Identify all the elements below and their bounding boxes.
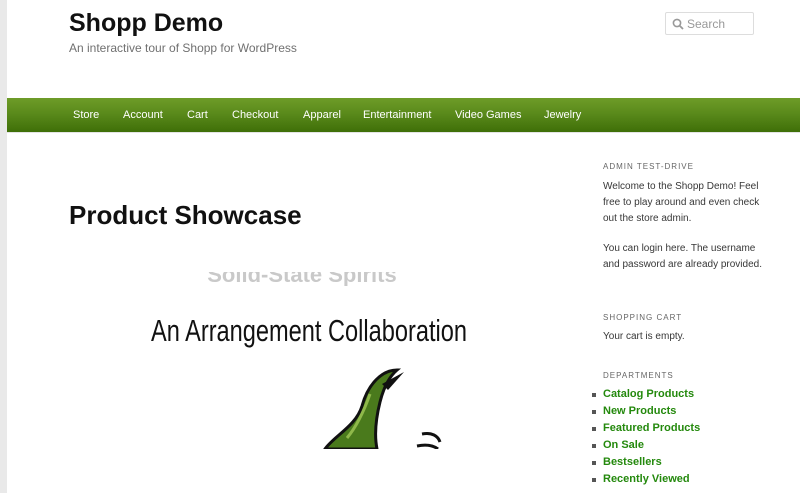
nav-item-store[interactable]: Store xyxy=(73,98,99,132)
department-item[interactable]: New Products xyxy=(592,403,700,420)
nav-item-video-games[interactable]: Video Games xyxy=(455,98,521,132)
admin-login-text: You can login here. The username and pas… xyxy=(603,241,763,273)
nav-item-jewelry[interactable]: Jewelry xyxy=(544,98,581,132)
login-link[interactable]: login here xyxy=(642,243,686,254)
bullet-icon xyxy=(592,444,596,448)
bullet-icon xyxy=(592,410,596,414)
main-navigation: Store Account Cart Checkout Apparel Ente… xyxy=(7,98,800,133)
bullet-icon xyxy=(592,427,596,431)
department-link[interactable]: New Products xyxy=(603,405,676,417)
departments-widget-title: DEPARTMENTS xyxy=(603,371,674,380)
search-input[interactable] xyxy=(687,15,749,32)
site-tagline: An interactive tour of Shopp for WordPre… xyxy=(69,41,297,55)
search-icon xyxy=(672,18,684,30)
login-text-pre: You can xyxy=(603,243,642,254)
nav-item-cart[interactable]: Cart xyxy=(187,98,208,132)
department-link[interactable]: On Sale xyxy=(603,439,644,451)
nav-item-checkout[interactable]: Checkout xyxy=(232,98,278,132)
departments-list: Catalog Products New Products Featured P… xyxy=(592,386,700,488)
nav-item-entertainment[interactable]: Entertainment xyxy=(363,98,431,132)
department-item[interactable]: On Sale xyxy=(592,437,700,454)
department-item[interactable]: Featured Products xyxy=(592,420,700,437)
department-link[interactable]: Featured Products xyxy=(603,422,700,434)
department-item[interactable]: Recently Viewed xyxy=(592,471,700,488)
product-image[interactable]: Solid-State Spirits An Arrangement Colla… xyxy=(142,266,472,449)
department-link[interactable]: Recently Viewed xyxy=(603,473,690,485)
department-link[interactable]: Bestsellers xyxy=(603,456,662,468)
nav-item-account[interactable]: Account xyxy=(123,98,163,132)
nav-item-apparel[interactable]: Apparel xyxy=(303,98,341,132)
search-box[interactable] xyxy=(665,12,754,35)
department-item[interactable]: Catalog Products xyxy=(592,386,700,403)
cart-widget-title: SHOPPING CART xyxy=(603,313,683,322)
department-item[interactable]: Bestsellers xyxy=(592,454,700,471)
site-title[interactable]: Shopp Demo xyxy=(69,9,223,38)
bullet-icon xyxy=(592,478,596,482)
page-title: Product Showcase xyxy=(69,200,302,230)
cart-status-text: Your cart is empty. xyxy=(603,331,685,342)
admin-widget-text: Welcome to the Shopp Demo! Feel free to … xyxy=(603,181,760,224)
admin-widget-title: ADMIN TEST-DRIVE xyxy=(603,162,694,171)
product-image-title: An Arrangement Collaboration xyxy=(151,313,467,348)
bullet-icon xyxy=(592,393,596,397)
page: Shopp Demo An interactive tour of Shopp … xyxy=(7,0,800,493)
bullet-icon xyxy=(592,461,596,465)
department-link[interactable]: Catalog Products xyxy=(603,388,694,400)
